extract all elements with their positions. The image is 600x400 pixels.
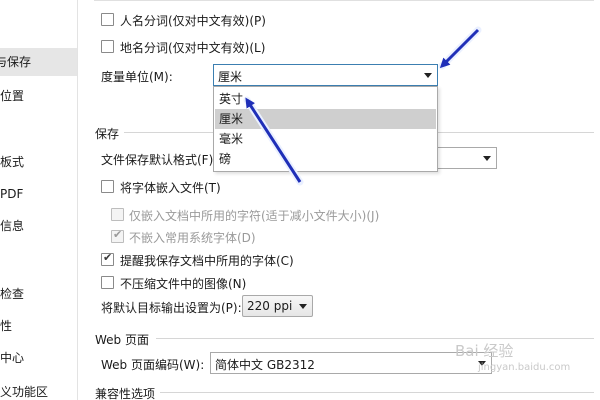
- arrow-to-select-icon: [438, 26, 482, 70]
- arrow-to-inch-icon: [243, 96, 304, 186]
- annotation-arrows: [243, 26, 482, 186]
